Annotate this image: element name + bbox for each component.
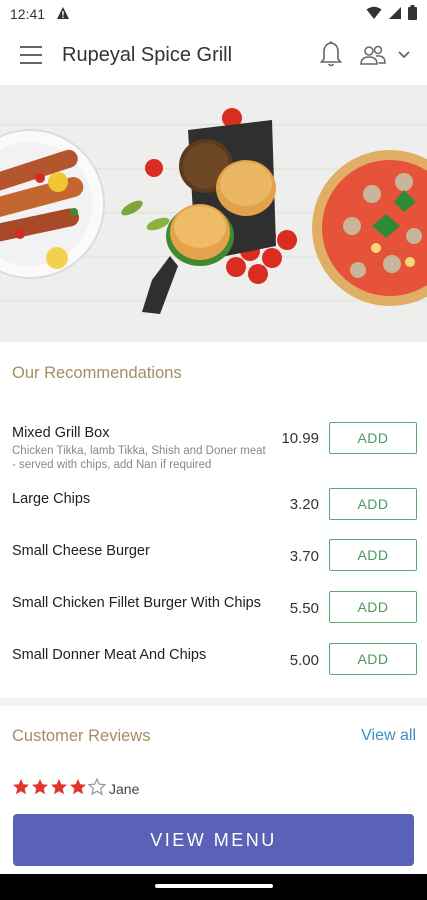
item-price: 3.20: [289, 496, 319, 513]
item-price: 5.50: [289, 600, 319, 617]
add-button[interactable]: ADD: [329, 488, 417, 520]
star-filled-icon: [13, 779, 29, 795]
add-button[interactable]: ADD: [329, 539, 417, 571]
recommendations-title: Our Recommendations: [12, 364, 182, 382]
pizza-image: [312, 150, 427, 306]
alert-icon: [57, 7, 69, 19]
item-name: Mixed Grill Box: [12, 425, 110, 441]
star-empty-icon: [88, 778, 106, 796]
view-all-reviews-link[interactable]: View all: [361, 727, 416, 745]
menu-icon[interactable]: [20, 46, 42, 64]
reviews-title: Customer Reviews: [12, 727, 151, 745]
view-menu-button[interactable]: VIEW MENU: [13, 814, 414, 866]
status-time: 12:41: [10, 6, 46, 22]
status-bar: 12:41: [0, 0, 427, 28]
reviewer-name: Jane: [109, 781, 140, 797]
star-filled-icon: [32, 779, 48, 795]
signal-icon: [389, 6, 401, 19]
section-divider: [0, 698, 427, 706]
star-filled-icon: [70, 779, 86, 795]
review-rating: [12, 778, 106, 796]
item-price: 10.99: [281, 430, 319, 447]
app-bar: Rupeyal Spice Grill: [0, 28, 427, 86]
item-price: 3.70: [289, 548, 319, 565]
item-name: Large Chips: [12, 491, 91, 507]
item-name: Small Cheese Burger: [12, 543, 150, 559]
chevron-down-icon[interactable]: [397, 50, 411, 60]
page-title: Rupeyal Spice Grill: [62, 44, 233, 66]
add-button[interactable]: ADD: [329, 422, 417, 454]
system-nav-bar: [0, 874, 427, 900]
battery-icon: [408, 5, 417, 20]
item-name: Small Donner Meat And Chips: [12, 647, 207, 663]
item-name: Small Chicken Fillet Burger With Chips: [12, 595, 261, 611]
add-button[interactable]: ADD: [329, 591, 417, 623]
item-description: Chicken Tikka, lamb Tikka, Shish and Don…: [12, 445, 266, 471]
hero-food-image: [0, 86, 427, 342]
star-filled-icon: [51, 779, 67, 795]
kebab-plate-image: [0, 129, 105, 279]
wifi-icon: [366, 6, 382, 19]
add-button[interactable]: ADD: [329, 643, 417, 675]
bell-icon[interactable]: [319, 40, 343, 68]
home-gesture-handle[interactable]: [155, 884, 273, 888]
item-price: 5.00: [289, 652, 319, 669]
burger-board-image: [142, 120, 276, 314]
account-icon[interactable]: [359, 44, 387, 66]
